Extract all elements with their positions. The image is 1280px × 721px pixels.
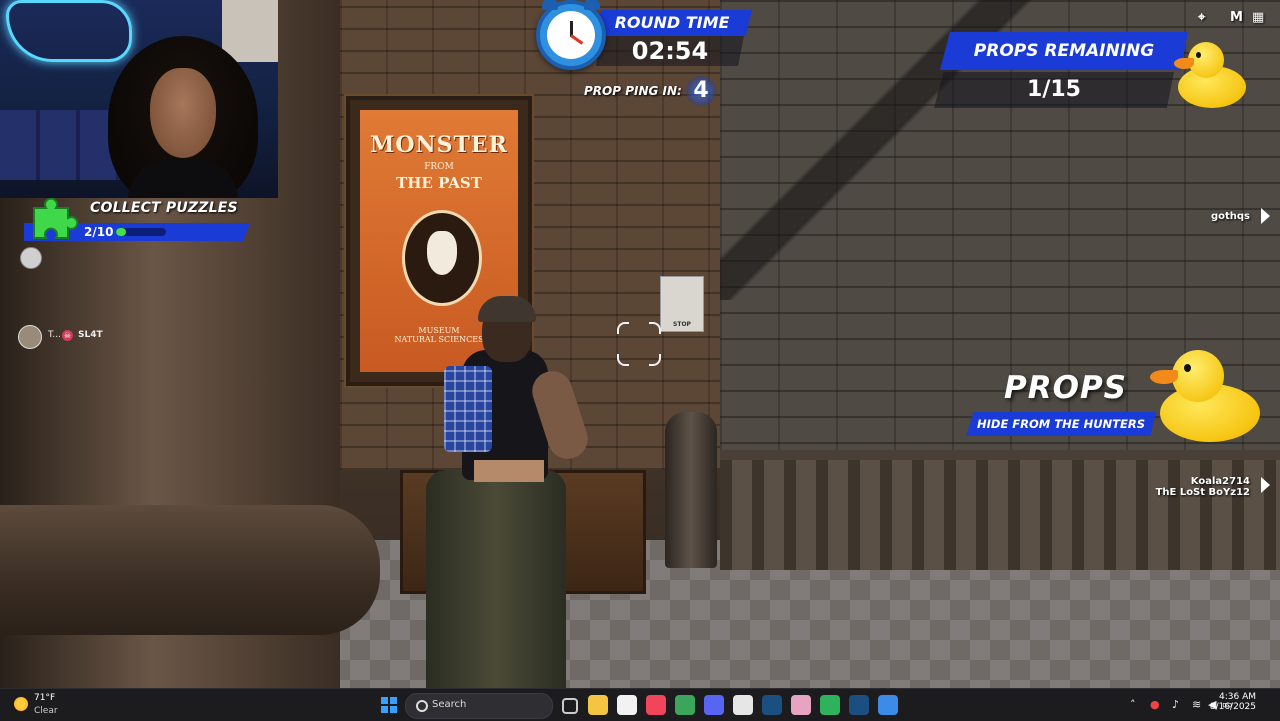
teammate-nametag: gothqs [1210, 211, 1250, 222]
player-tag-name-2: SL4T [78, 330, 103, 340]
teammate-nametag: ThE LoSt BoYz12 [1155, 487, 1250, 498]
role-banner: PROPS HIDE FROM THE HUNTERS [966, 350, 1266, 450]
picture-frame [222, 0, 278, 62]
weather-widget[interactable]: 71°F Clear [14, 693, 74, 719]
role-subtitle: HIDE FROM THE HUNTERS [966, 412, 1156, 436]
windows-taskbar: 71°F Clear Search ˄ ● ♪ ≋ ◀ ▭ 4:36 AM 8/… [0, 688, 1280, 721]
collect-puzzles-widget: COLLECT PUZZLES 2/10 [24, 198, 254, 244]
alarm-clock-icon [536, 0, 606, 70]
poster-subtitle: THE PAST [396, 174, 482, 192]
map-icon[interactable]: ▦ [1252, 10, 1264, 25]
weather-sun-icon [14, 697, 28, 711]
props-remaining-widget: PROPS REMAINING 1/15 [934, 30, 1248, 112]
wifi-icon[interactable]: ≋ [1192, 698, 1201, 711]
neon-sign [6, 0, 132, 62]
discord-icon[interactable] [704, 695, 724, 715]
tray-app-icon[interactable]: ● [1150, 698, 1160, 711]
elimination-icon: ☠ [62, 330, 73, 341]
task-view-icon[interactable] [562, 698, 578, 714]
puzzles-progress-fill [116, 228, 126, 236]
skull-icon [427, 231, 457, 275]
file-explorer-icon[interactable] [588, 695, 608, 715]
props-remaining-label: PROPS REMAINING [940, 32, 1188, 70]
calculator-backpack [444, 366, 492, 452]
prop-ping-value: 4 [686, 76, 716, 106]
xbox-icon[interactable] [820, 695, 840, 715]
app-pink-icon[interactable] [791, 695, 811, 715]
wall-sign: STOP [660, 276, 704, 332]
player-tag-name: T... [48, 330, 62, 340]
chrome-icon[interactable] [675, 695, 695, 715]
microphone-icon[interactable]: ♪ [1172, 698, 1179, 711]
prop-ping-label: PROP PING IN: [584, 84, 682, 98]
weather-temp: 71°F [34, 693, 56, 703]
fortnite-icon[interactable] [878, 695, 898, 715]
crosshair-icon [617, 322, 661, 366]
props-remaining-count: 1/15 [934, 72, 1174, 108]
player-character [412, 296, 593, 688]
avatar [20, 247, 42, 269]
chevron-up-icon[interactable]: ˄ [1130, 698, 1136, 711]
search-placeholder: Search [432, 699, 467, 710]
map-key-label[interactable]: M [1230, 10, 1243, 25]
puzzle-piece-icon [33, 198, 79, 239]
chevron-right-icon [1261, 477, 1270, 493]
clock-time: 4:36 AM [1219, 692, 1256, 702]
trash-bin [665, 412, 717, 568]
clock-date: 8/16/2025 [1209, 702, 1256, 712]
music-icon[interactable] [646, 695, 666, 715]
clock-app-icon[interactable] [733, 695, 753, 715]
rubber-duck-icon [1150, 344, 1262, 444]
windows-start-icon[interactable] [381, 697, 397, 713]
poster-from: FROM [424, 162, 454, 172]
taskbar-clock[interactable]: 4:36 AM 8/16/2025 [1210, 692, 1256, 712]
map-pin-icon[interactable]: ⌖ [1198, 10, 1205, 25]
pillar-base [0, 505, 380, 635]
steam-2-icon[interactable] [849, 695, 869, 715]
player-avatar [18, 325, 42, 349]
taskbar-search[interactable]: Search [405, 693, 553, 719]
wall-sign-text: STOP [673, 321, 691, 328]
puzzles-progress [116, 228, 166, 236]
teammate-nametag: Koala2714 [1190, 476, 1250, 487]
streamer-webcam [0, 0, 278, 198]
chevron-right-icon [1261, 208, 1270, 224]
round-time-label: ROUND TIME [592, 10, 752, 36]
store-icon[interactable] [617, 695, 637, 715]
balustrade [720, 450, 1280, 570]
puzzles-count: 2/10 [84, 225, 114, 239]
poster-title: MONSTER [370, 132, 508, 158]
puzzles-title: COLLECT PUZZLES [90, 200, 238, 216]
streamer-face [150, 68, 216, 158]
search-icon [416, 700, 428, 712]
weather-condition: Clear [34, 706, 58, 716]
round-timer: ROUND TIME 02:54 [530, 0, 760, 82]
poster-skull-emblem [402, 210, 482, 306]
rubber-duck-icon [1172, 36, 1248, 108]
steam-icon[interactable] [762, 695, 782, 715]
player-cap [478, 296, 536, 322]
round-time-value: 02:54 [596, 36, 744, 66]
role-title: PROPS [1004, 370, 1127, 406]
shelf [0, 110, 120, 180]
